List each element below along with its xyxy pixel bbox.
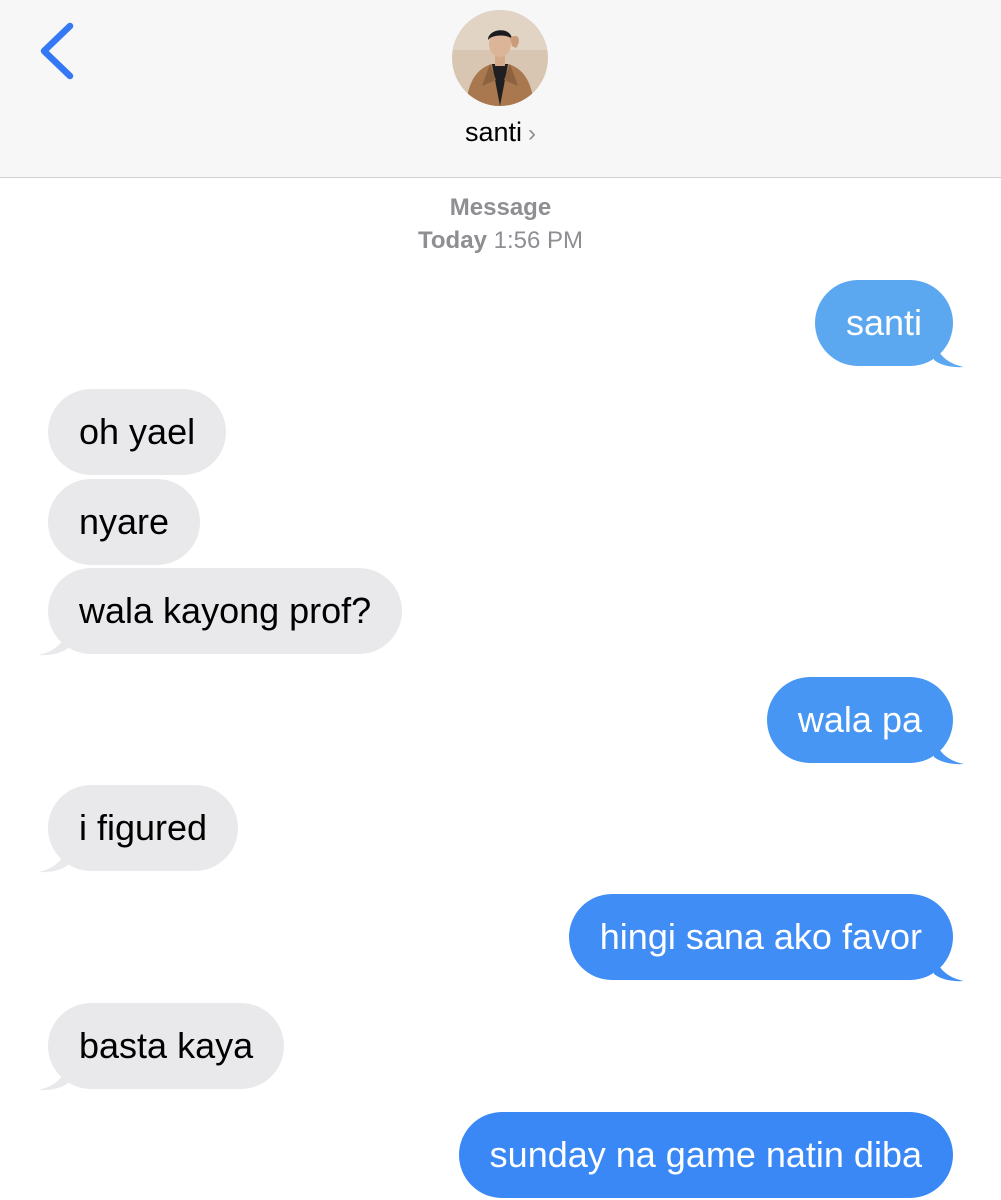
message-timestamp: Today 1:56 PM [0, 227, 1001, 255]
message-row: santi [0, 280, 1001, 368]
service-label: Message [449, 194, 552, 221]
message-row: i figured [0, 785, 1001, 873]
message-text: oh yael [79, 411, 196, 452]
bubble-tail [38, 1061, 68, 1091]
sent-message-bubble[interactable]: wala pa [766, 677, 964, 765]
contact-photo [452, 10, 548, 106]
message-row: hingi sana ako favor [0, 894, 1001, 982]
message-text: i figured [79, 807, 208, 848]
message-row: nyare [0, 479, 1001, 567]
message-row: wala pa [0, 677, 1001, 765]
chevron-left-icon [40, 22, 74, 80]
bubble-tail [934, 952, 964, 982]
message-text: basta kaya [79, 1025, 254, 1066]
bubble-tail [934, 735, 964, 765]
sent-message-bubble[interactable]: sunday na game natin diba [458, 1112, 953, 1198]
conversation-header: santi › [0, 0, 1001, 178]
message-row: sunday na game natin diba [0, 1112, 1001, 1200]
bubble-tail [38, 843, 68, 873]
received-message-bubble[interactable]: oh yael [48, 389, 227, 475]
chevron-right-icon: › [528, 120, 537, 147]
received-message-bubble[interactable]: wala kayong prof? [38, 568, 403, 656]
message-row: oh yael [0, 389, 1001, 477]
timestamp-time: 1:56 PM [493, 227, 583, 254]
message-text: sunday na game natin diba [489, 1134, 922, 1175]
message-text: hingi sana ako favor [599, 916, 922, 957]
received-message-bubble[interactable]: basta kaya [38, 1003, 285, 1091]
sent-message-bubble[interactable]: santi [814, 280, 964, 368]
message-text: santi [845, 302, 922, 343]
bubble-tail [934, 338, 964, 368]
timestamp-day: Today [418, 227, 487, 254]
message-text: wala kayong prof? [79, 590, 372, 631]
received-message-bubble[interactable]: i figured [38, 785, 239, 873]
message-text: wala pa [797, 699, 922, 740]
back-button[interactable] [22, 14, 92, 86]
message-row: basta kaya [0, 1003, 1001, 1091]
bubble-tail [38, 626, 68, 656]
received-message-bubble[interactable]: nyare [48, 479, 201, 565]
message-text: nyare [79, 501, 170, 542]
contact-name-button[interactable]: santi › [0, 117, 1001, 148]
message-row: wala kayong prof? [0, 568, 1001, 656]
contact-name: santi [464, 117, 523, 147]
contact-avatar[interactable] [452, 10, 548, 106]
sent-message-bubble[interactable]: hingi sana ako favor [568, 894, 964, 982]
